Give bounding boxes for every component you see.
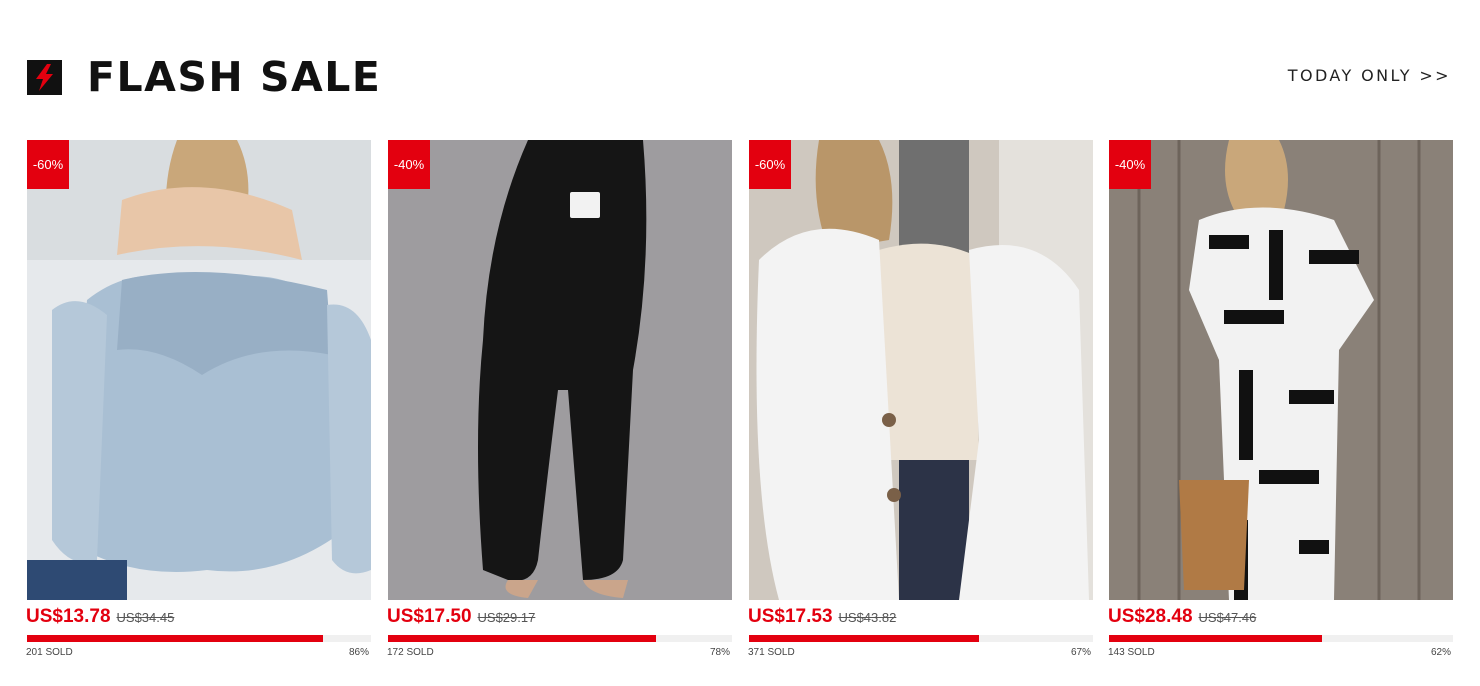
flash-sale-header: FLASH SALE TODAY ONLY >> — [27, 52, 1453, 102]
discount-badge: -60% — [27, 140, 69, 189]
sold-progress-fill — [27, 635, 323, 642]
sold-progress-bar — [749, 635, 1093, 642]
sale-price: US$17.50 — [387, 606, 472, 627]
sold-count: 371 SOLD — [748, 647, 795, 658]
product-grid: -60% US$13.78 US$34.45 201 SOLD 86% -40% … — [26, 140, 1454, 670]
sold-progress-fill — [388, 635, 657, 642]
sold-count: 143 SOLD — [1108, 647, 1155, 658]
discount-badge: -40% — [1109, 140, 1151, 189]
price-row: US$17.50 US$29.17 — [387, 606, 733, 630]
lightning-bolt-icon — [27, 60, 62, 95]
sale-price: US$17.53 — [748, 606, 833, 627]
product-card[interactable]: -60% US$13.78 US$34.45 201 SOLD 86% — [26, 140, 372, 670]
product-card[interactable]: -60% US$17.53 US$43.82 371 SOLD 67% — [748, 140, 1094, 670]
discount-badge: -40% — [388, 140, 430, 189]
original-price: US$34.45 — [116, 610, 175, 625]
original-price: US$29.17 — [477, 610, 536, 625]
product-image[interactable] — [1109, 140, 1453, 600]
product-image[interactable] — [388, 140, 732, 600]
sold-count: 172 SOLD — [387, 647, 434, 658]
price-row: US$13.78 US$34.45 — [26, 606, 372, 630]
sold-percent: 67% — [1070, 647, 1091, 658]
sold-progress-bar — [388, 635, 732, 642]
sold-percent: 62% — [1430, 647, 1451, 658]
product-card[interactable]: -40% US$17.50 US$29.17 172 SOLD 78% — [387, 140, 733, 670]
sold-progress-fill — [1109, 635, 1323, 642]
today-only-link[interactable]: TODAY ONLY >> — [1288, 66, 1451, 86]
sold-percent: 86% — [348, 647, 369, 658]
price-row: US$17.53 US$43.82 — [748, 606, 1094, 630]
product-image[interactable] — [27, 140, 371, 600]
sold-percent: 78% — [709, 647, 730, 658]
original-price: US$47.46 — [1198, 610, 1257, 625]
original-price: US$43.82 — [838, 610, 897, 625]
section-title: FLASH SALE — [87, 53, 382, 101]
price-row: US$28.48 US$47.46 — [1108, 606, 1454, 630]
sold-progress-bar — [1109, 635, 1453, 642]
sold-progress-fill — [749, 635, 980, 642]
product-card[interactable]: -40% US$28.48 US$47.46 143 SOLD 62% — [1108, 140, 1454, 670]
sold-progress-bar — [27, 635, 371, 642]
sale-price: US$28.48 — [1108, 606, 1193, 627]
discount-badge: -60% — [749, 140, 791, 189]
sale-price: US$13.78 — [26, 606, 111, 627]
product-image[interactable] — [749, 140, 1093, 600]
sold-count: 201 SOLD — [26, 647, 73, 658]
